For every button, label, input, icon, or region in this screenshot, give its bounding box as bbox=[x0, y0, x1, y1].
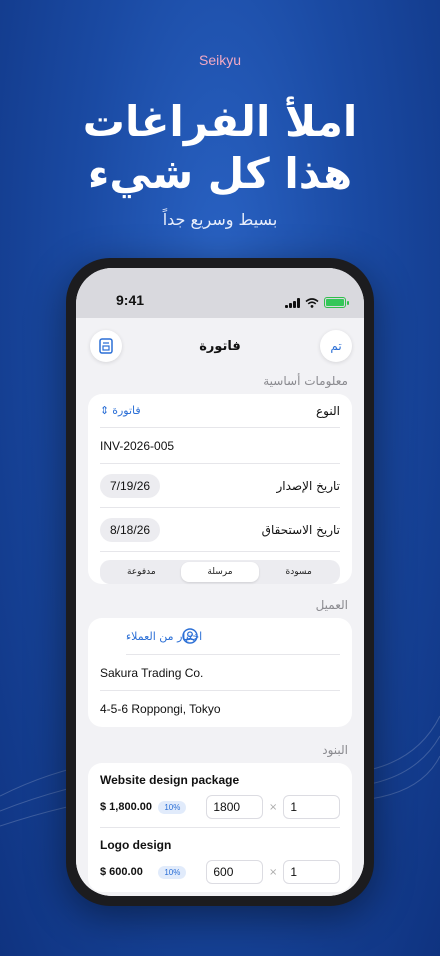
subline: بسيط وسريع جداً bbox=[162, 210, 278, 229]
client-name-field[interactable]: Sakura Trading Co. bbox=[100, 666, 203, 680]
line-item: Website design package $ 1,800.00 10% 18… bbox=[100, 763, 341, 828]
client-label: العميل bbox=[315, 598, 348, 612]
issue-date-label: تاريخ الإصدار bbox=[276, 478, 341, 493]
document-icon bbox=[99, 338, 113, 354]
phone-screen: 9:41 فاتورة تم معلومات أساسية ⇕ فاتورة ا… bbox=[76, 268, 364, 896]
type-row: ⇕ فاتورة النوع bbox=[100, 394, 340, 428]
chevron-updown-icon: ⇕ bbox=[100, 404, 110, 417]
pick-client-label: اختيار من العملاء bbox=[126, 629, 203, 643]
basic-info-card: ⇕ فاتورة النوع INV-2026-005 7/19/26 تاري… bbox=[88, 394, 352, 584]
battery-icon bbox=[324, 297, 349, 308]
client-card: اختيار من العملاء Sakura Trading Co. 4-5… bbox=[88, 618, 352, 727]
times-sign: × bbox=[268, 801, 278, 813]
headline-line-2: هذا كل شيء bbox=[87, 149, 353, 198]
type-label: النوع bbox=[316, 403, 340, 418]
signal-icon bbox=[285, 297, 300, 308]
client-name-row: Sakura Trading Co. bbox=[100, 655, 340, 691]
invoice-number-row: INV-2026-005 bbox=[100, 428, 340, 464]
invoice-sheet: فاتورة تم معلومات أساسية ⇕ فاتورة النوع … bbox=[76, 318, 364, 896]
quantity-field[interactable]: 1 bbox=[283, 795, 341, 819]
items-card: Website design package $ 1,800.00 10% 18… bbox=[88, 763, 352, 892]
pick-client-button[interactable]: اختيار من العملاء bbox=[126, 618, 340, 655]
status-paid[interactable]: مدفوعة bbox=[102, 562, 181, 582]
type-value: فاتورة bbox=[112, 404, 141, 417]
times-sign: × bbox=[268, 866, 278, 878]
document-icon-button[interactable] bbox=[90, 330, 122, 362]
done-button[interactable]: تم bbox=[320, 330, 352, 362]
status-icons bbox=[285, 297, 349, 308]
issue-date-row: 7/19/26 تاريخ الإصدار bbox=[100, 464, 340, 508]
status-bar: 9:41 bbox=[76, 268, 364, 318]
tax-badge[interactable]: 10% bbox=[158, 800, 187, 814]
status-time: 9:41 bbox=[116, 292, 145, 308]
brand-name: Seikyu bbox=[198, 52, 242, 68]
quantity-field[interactable]: 1 bbox=[283, 860, 341, 884]
phone-frame: 9:41 فاتورة تم معلومات أساسية ⇕ فاتورة ا… bbox=[66, 258, 374, 906]
status-segmented-control: مسودة مرسلة مدفوعة bbox=[100, 560, 340, 584]
client-address-field[interactable]: 4-5-6 Roppongi, Tokyo bbox=[100, 702, 221, 716]
due-date-label: تاريخ الاستحقاق bbox=[261, 522, 340, 537]
page-title: فاتورة bbox=[199, 338, 241, 354]
status-draft[interactable]: مسودة bbox=[259, 562, 338, 582]
status-sent[interactable]: مرسلة bbox=[180, 562, 260, 582]
unit-price-field[interactable]: 1800 bbox=[206, 795, 263, 819]
invoice-number-field[interactable]: INV-2026-005 bbox=[100, 439, 174, 453]
due-date-button[interactable]: 8/18/26 bbox=[100, 517, 161, 542]
due-date-row: 8/18/26 تاريخ الاستحقاق bbox=[100, 508, 340, 552]
item-name[interactable]: Website design package bbox=[100, 773, 340, 787]
headline: املأ الفراغات هذا كل شيء bbox=[0, 96, 440, 200]
item-name[interactable]: Logo design bbox=[100, 838, 340, 852]
headline-line-1: املأ الفراغات bbox=[82, 97, 358, 146]
wifi-icon bbox=[305, 297, 319, 308]
item-line: $ 600.00 10% 600 × 1 bbox=[100, 860, 341, 884]
type-picker[interactable]: ⇕ فاتورة bbox=[100, 404, 141, 417]
item-line: $ 1,800.00 10% 1800 × 1 bbox=[100, 795, 341, 819]
issue-date-button[interactable]: 7/19/26 bbox=[100, 473, 161, 498]
item-total: $ 600.00 bbox=[100, 866, 143, 878]
client-address-row: 4-5-6 Roppongi, Tokyo bbox=[100, 691, 340, 727]
item-total: $ 1,800.00 bbox=[100, 801, 152, 813]
basic-info-label: معلومات أساسية bbox=[263, 374, 348, 388]
tax-badge[interactable]: 10% bbox=[158, 865, 187, 879]
items-label: البنود bbox=[322, 743, 348, 757]
unit-price-field[interactable]: 600 bbox=[206, 860, 263, 884]
line-item: Logo design $ 600.00 10% 600 × 1 bbox=[100, 828, 341, 892]
nav-bar: فاتورة تم bbox=[76, 318, 364, 374]
